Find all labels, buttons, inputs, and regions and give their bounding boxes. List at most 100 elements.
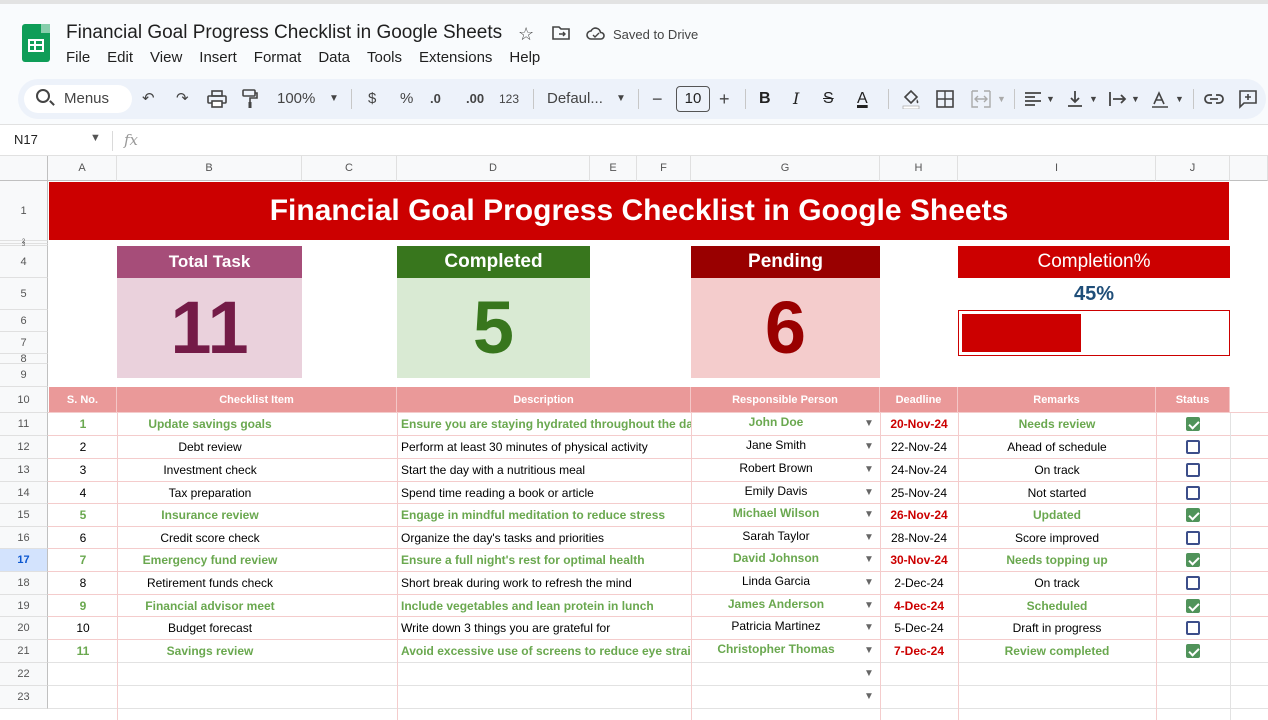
cell-deadline[interactable]: 30-Nov-24 [880,549,958,572]
cell-remarks[interactable]: Review completed [958,640,1156,663]
decrease-decimal-button[interactable]: .0 [430,79,441,119]
currency-format-button[interactable]: $ [368,79,376,119]
cell-remarks[interactable]: Updated [958,504,1156,527]
menu-help[interactable]: Help [509,49,540,66]
person-dropdown-chevron-down-icon[interactable]: ▼ [864,554,874,565]
person-dropdown-chevron-down-icon[interactable]: ▼ [864,509,874,520]
cell-checklist-item[interactable]: Budget forecast [117,617,303,640]
cell-checklist-item[interactable]: Debt review [117,436,303,459]
row-header-20[interactable]: 20 [0,617,48,640]
person-dropdown-chevron-down-icon[interactable]: ▼ [864,487,874,498]
row-header-19[interactable]: 19 [0,595,48,617]
person-dropdown-chevron-down-icon[interactable]: ▼ [864,668,874,679]
cell-description[interactable]: Ensure a full night's rest for optimal h… [401,549,691,572]
column-header-g[interactable]: G [691,156,880,181]
merge-cells-icon[interactable] [971,79,991,119]
move-folder-icon[interactable] [552,24,570,45]
name-box-chevron-down-icon[interactable]: ▼ [90,132,101,144]
row-header-11[interactable]: 11 [0,413,48,436]
status-checkbox-unchecked[interactable] [1186,621,1200,635]
cell-responsible-person[interactable]: Michael Wilson [691,504,861,527]
cell-remarks[interactable]: Needs topping up [958,549,1156,572]
menu-tools[interactable]: Tools [367,49,402,66]
document-title[interactable]: Financial Goal Progress Checklist in Goo… [66,22,502,44]
cell-responsible-person[interactable]: Jane Smith [691,436,861,459]
font-chevron-down-icon[interactable]: ▼ [616,79,626,119]
vertical-align-icon[interactable] [1067,79,1083,119]
cell-deadline[interactable]: 25-Nov-24 [880,482,958,504]
person-dropdown-chevron-down-icon[interactable]: ▼ [864,622,874,633]
cell-responsible-person[interactable]: Linda Garcia [691,572,861,595]
person-dropdown-chevron-down-icon[interactable]: ▼ [864,577,874,588]
person-dropdown-chevron-down-icon[interactable]: ▼ [864,464,874,475]
status-checkbox-checked[interactable] [1186,553,1200,567]
column-header-c[interactable]: C [302,156,397,181]
cell-description[interactable]: Avoid excessive use of screens to reduce… [401,640,691,663]
row-header-21[interactable]: 21 [0,640,48,663]
column-header-e[interactable]: E [590,156,637,181]
row-header-5[interactable]: 5 [0,278,48,310]
row-header-12[interactable]: 12 [0,436,48,459]
cell-responsible-person[interactable]: Christopher Thomas [691,640,861,663]
search-menus-button[interactable]: Menus [24,85,132,113]
strikethrough-icon[interactable]: S [823,79,834,119]
status-checkbox-unchecked[interactable] [1186,576,1200,590]
menu-data[interactable]: Data [318,49,350,66]
row-header-9[interactable]: 9 [0,364,48,387]
row-header-4[interactable]: 4 [0,246,48,278]
row-header-18[interactable]: 18 [0,572,48,595]
text-wrap-icon[interactable] [1109,79,1127,119]
cell-checklist-item[interactable]: Insurance review [117,504,303,527]
rotation-chevron-down-icon[interactable]: ▼ [1175,79,1184,119]
status-checkbox-checked[interactable] [1186,508,1200,522]
borders-icon[interactable] [936,79,954,119]
column-header-d[interactable]: D [397,156,590,181]
person-dropdown-chevron-down-icon[interactable]: ▼ [864,441,874,452]
cell-deadline[interactable]: 24-Nov-24 [880,459,958,482]
cell-checklist-item[interactable]: Tax preparation [117,482,303,504]
menu-view[interactable]: View [150,49,182,66]
valign-chevron-down-icon[interactable]: ▼ [1089,79,1098,119]
column-header-h[interactable]: H [880,156,958,181]
row-header-14[interactable]: 14 [0,482,48,504]
paint-format-icon[interactable] [242,79,258,119]
font-select[interactable]: Defaul... [547,79,603,119]
cell-sno[interactable]: 11 [49,640,117,663]
cell-sno[interactable]: 6 [49,527,117,549]
cell-deadline[interactable]: 4-Dec-24 [880,595,958,617]
cell-remarks[interactable]: Draft in progress [958,617,1156,640]
cell-responsible-person[interactable]: David Johnson [691,549,861,572]
status-checkbox-unchecked[interactable] [1186,531,1200,545]
cell-checklist-item[interactable]: Update savings goals [117,413,303,436]
cell-sno[interactable]: 10 [49,617,117,640]
insert-link-icon[interactable] [1204,79,1224,119]
star-icon[interactable]: ☆ [518,24,534,45]
cell-checklist-item[interactable]: Retirement funds check [117,572,303,595]
print-icon[interactable] [207,79,227,119]
row-header-1[interactable]: 1 [0,181,48,241]
percent-format-button[interactable]: % [400,79,413,119]
status-checkbox-checked[interactable] [1186,417,1200,431]
name-box[interactable]: N17 [14,132,38,147]
menu-extensions[interactable]: Extensions [419,49,492,66]
column-header-i[interactable]: I [958,156,1156,181]
cell-remarks[interactable]: Needs review [958,413,1156,436]
cell-remarks[interactable]: Ahead of schedule [958,436,1156,459]
cell-responsible-person[interactable]: Sarah Taylor [691,527,861,549]
status-checkbox-unchecked[interactable] [1186,486,1200,500]
column-header-b[interactable]: B [117,156,302,181]
person-dropdown-chevron-down-icon[interactable]: ▼ [864,418,874,429]
bold-button[interactable]: B [759,79,771,119]
wrap-chevron-down-icon[interactable]: ▼ [1131,79,1140,119]
cell-deadline[interactable]: 20-Nov-24 [880,413,958,436]
horizontal-align-icon[interactable] [1024,79,1042,119]
status-checkbox-unchecked[interactable] [1186,440,1200,454]
cell-deadline[interactable]: 26-Nov-24 [880,504,958,527]
row-header-16[interactable]: 16 [0,527,48,549]
cell-responsible-person[interactable]: James Anderson [691,595,861,617]
cell-description[interactable]: Organize the day's tasks and priorities [401,527,691,549]
cell-responsible-person[interactable]: John Doe [691,413,861,436]
undo-icon[interactable]: ↶ [142,79,155,119]
cell-checklist-item[interactable]: Financial advisor meet [117,595,303,617]
cell-description[interactable]: Perform at least 30 minutes of physical … [401,436,691,459]
